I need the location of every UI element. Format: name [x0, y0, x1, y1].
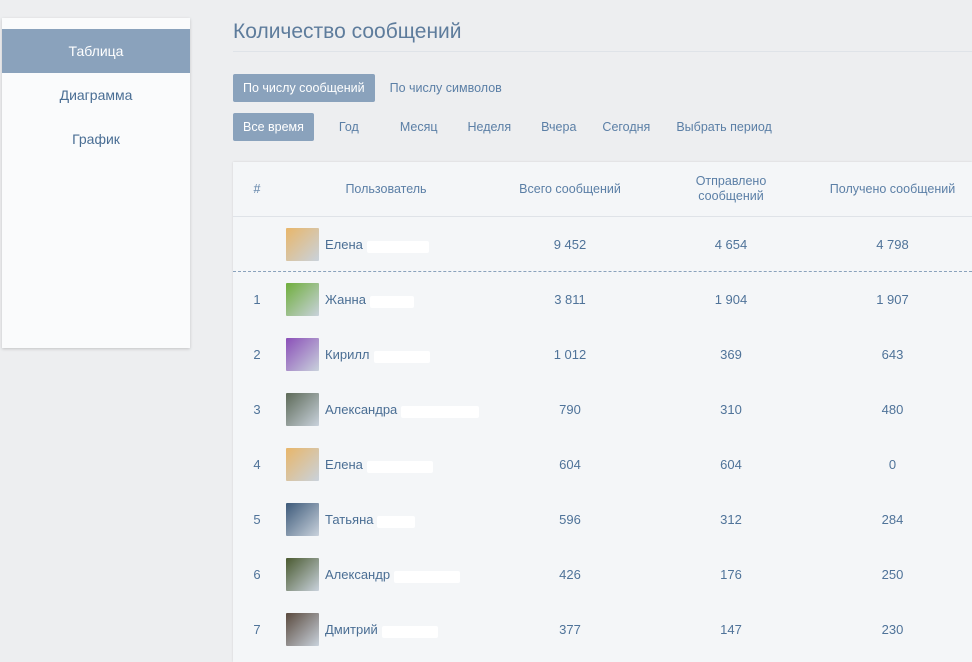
- tab-all-time[interactable]: Все время: [233, 113, 314, 141]
- table-row: 4 Елена 604 604 0: [233, 437, 972, 492]
- column-sent-label: Отправлено сообщений: [695, 174, 767, 203]
- table-row: 6 Александр 426 176 250: [233, 547, 972, 602]
- received-cell: 643: [881, 347, 904, 362]
- redacted-surname: [373, 350, 430, 363]
- table-row: 7 Дмитрий 377 147 230: [233, 602, 972, 657]
- tab-year[interactable]: Год: [329, 113, 369, 141]
- title-divider: [233, 51, 972, 52]
- received-cell: 230: [881, 622, 904, 637]
- sent-cell: 1 904: [714, 292, 748, 307]
- column-sent[interactable]: Отправлено сообщений: [649, 162, 813, 216]
- redacted-surname: [401, 405, 480, 418]
- sent-cell: 312: [720, 512, 742, 527]
- avatar[interactable]: [286, 448, 319, 481]
- rank-cell: 1: [253, 292, 261, 307]
- redacted-surname: [369, 295, 414, 308]
- tab-yesterday[interactable]: Вчера: [531, 113, 586, 141]
- tab-choose-period[interactable]: Выбрать период: [666, 113, 781, 141]
- total-cell: 9 452: [553, 237, 587, 252]
- table-row: 2 Кирилл 1 012 369 643: [233, 327, 972, 382]
- sidebar-item-graph[interactable]: График: [2, 117, 190, 161]
- user-name-link[interactable]: Елена: [325, 237, 363, 252]
- sidebar-item-table[interactable]: Таблица: [2, 29, 190, 73]
- tab-week[interactable]: Неделя: [458, 113, 522, 141]
- stats-table: # Пользователь Всего сообщений Отправлен…: [233, 162, 972, 662]
- sidebar-item-diagram[interactable]: Диаграмма: [2, 73, 190, 117]
- avatar[interactable]: [286, 558, 319, 591]
- avatar[interactable]: [286, 228, 319, 261]
- column-total[interactable]: Всего сообщений: [491, 162, 649, 216]
- rank-cell: 5: [253, 512, 261, 527]
- redacted-surname: [366, 460, 433, 473]
- sent-cell: 310: [720, 402, 742, 417]
- table-row: 3 Александра 790 310 480: [233, 382, 972, 437]
- table-row: 1 Жанна 3 811 1 904 1 907: [233, 272, 972, 327]
- period-tabs: Все время Год Месяц Неделя Вчера Сегодня…: [233, 113, 788, 141]
- user-cell: Александр: [281, 547, 491, 602]
- total-cell: 1 012: [553, 347, 587, 362]
- user-cell: Елена: [281, 217, 491, 272]
- avatar[interactable]: [286, 613, 319, 646]
- received-cell: 250: [881, 567, 904, 582]
- user-name-link[interactable]: Жанна: [325, 292, 366, 307]
- sent-cell: 147: [720, 622, 742, 637]
- rank-cell: 7: [253, 622, 261, 637]
- sent-cell: 176: [720, 567, 742, 582]
- sidebar: Таблица Диаграмма График: [2, 18, 190, 348]
- column-user[interactable]: Пользователь: [281, 162, 491, 216]
- user-name-link[interactable]: Дмитрий: [325, 622, 378, 637]
- user-name-link[interactable]: Елена: [325, 457, 363, 472]
- avatar[interactable]: [286, 393, 319, 426]
- tab-today[interactable]: Сегодня: [592, 113, 660, 141]
- sent-cell: 604: [720, 457, 742, 472]
- rank-cell: 4: [253, 457, 261, 472]
- redacted-surname: [394, 570, 461, 583]
- page-title: Количество сообщений: [233, 20, 462, 43]
- tab-month[interactable]: Месяц: [390, 113, 448, 141]
- avatar[interactable]: [286, 283, 319, 316]
- total-cell: 596: [559, 512, 581, 527]
- user-cell: Александра: [281, 382, 491, 437]
- avatar[interactable]: [286, 503, 319, 536]
- received-cell: 1 907: [876, 292, 909, 307]
- table-row-self: Елена 9 452 4 654 4 798: [233, 217, 972, 272]
- sent-cell: 4 654: [714, 237, 748, 252]
- user-cell: Дмитрий: [281, 602, 491, 657]
- user-cell: Татьяна: [281, 492, 491, 547]
- user-cell: Жанна: [281, 272, 491, 327]
- rank-cell: 3: [253, 402, 261, 417]
- rank-cell: 6: [253, 567, 261, 582]
- tab-by-messages[interactable]: По числу сообщений: [233, 74, 375, 102]
- sent-cell: 369: [720, 347, 742, 362]
- received-cell: 4 798: [876, 237, 909, 252]
- total-cell: 790: [559, 402, 581, 417]
- user-name-link[interactable]: Кирилл: [325, 347, 370, 362]
- table-row: 5 Татьяна 596 312 284: [233, 492, 972, 547]
- total-cell: 426: [559, 567, 581, 582]
- avatar[interactable]: [286, 338, 319, 371]
- mode-tabs: По числу сообщений По числу символов: [233, 74, 517, 102]
- user-name-link[interactable]: Александр: [325, 567, 390, 582]
- received-cell: 0: [888, 457, 897, 472]
- user-cell: Елена: [281, 437, 491, 492]
- rank-cell: 2: [253, 347, 261, 362]
- redacted-surname: [377, 515, 416, 528]
- total-cell: 604: [559, 457, 581, 472]
- rank-cell: [233, 217, 281, 272]
- user-name-link[interactable]: Александра: [325, 402, 397, 417]
- received-cell: 480: [881, 402, 904, 417]
- user-cell: Кирилл: [281, 327, 491, 382]
- total-cell: 3 811: [554, 292, 586, 307]
- table-header: # Пользователь Всего сообщений Отправлен…: [233, 162, 972, 217]
- received-cell: 284: [881, 512, 904, 527]
- tab-by-characters[interactable]: По числу символов: [380, 74, 512, 102]
- column-rank[interactable]: #: [233, 162, 281, 216]
- user-name-link[interactable]: Татьяна: [325, 512, 373, 527]
- redacted-surname: [381, 625, 438, 638]
- column-received[interactable]: Получено сообщений: [813, 162, 972, 216]
- redacted-surname: [366, 240, 429, 253]
- total-cell: 377: [559, 622, 581, 637]
